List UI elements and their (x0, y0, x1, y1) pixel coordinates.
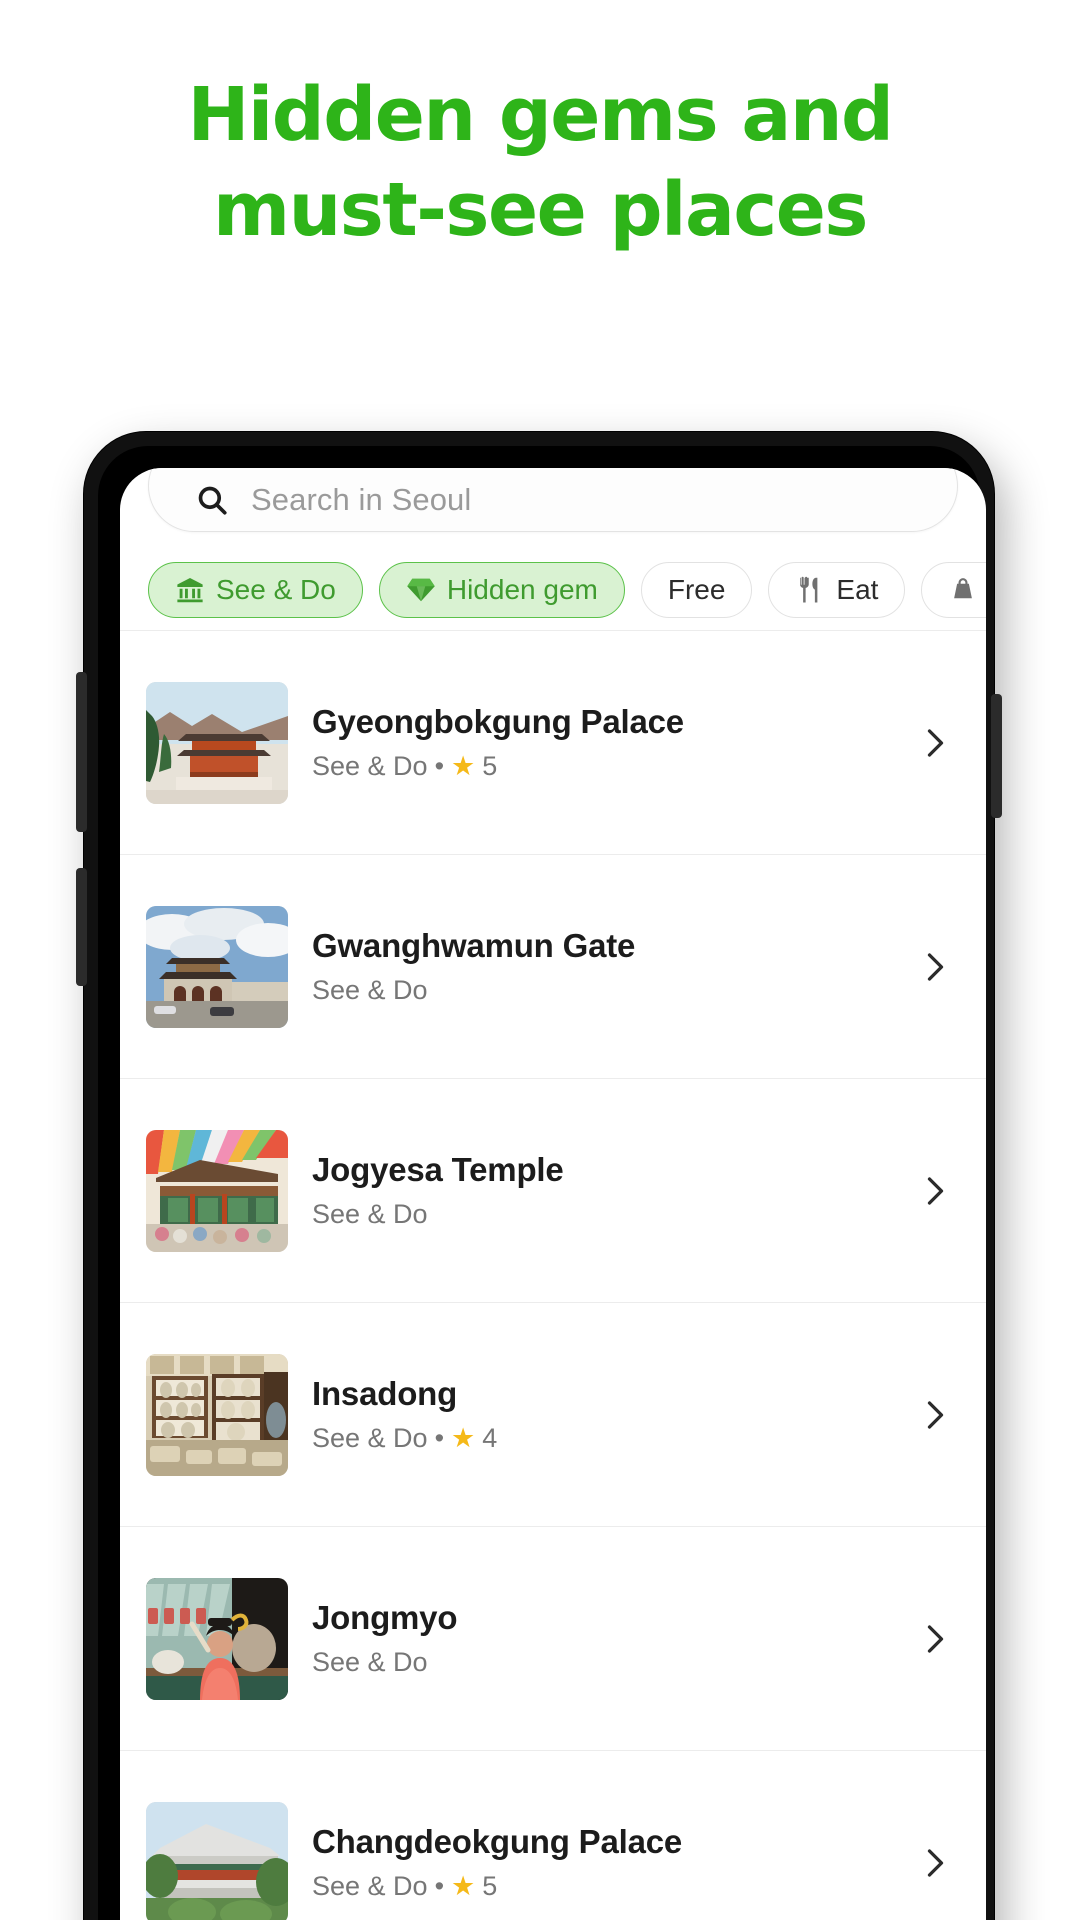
list-item[interactable]: Changdeokgung Palace See & Do • ★ 5 (120, 1751, 986, 1920)
place-category: See & Do (312, 974, 428, 1005)
place-rating: 4 (482, 1422, 498, 1453)
chevron-right-icon[interactable] (916, 1845, 952, 1881)
list-item[interactable]: Insadong See & Do • ★ 4 (120, 1303, 986, 1527)
page-title: Hidden gems and must-see places (0, 68, 1080, 257)
place-info: Gyeongbokgung Palace See & Do • ★ 5 (288, 703, 916, 782)
pottery-shop-image (146, 1353, 288, 1476)
place-subtitle: See & Do • ★ 4 (312, 1423, 916, 1454)
headline-line-2: must-see places (213, 166, 868, 253)
list-item[interactable]: Jongmyo See & Do (120, 1527, 986, 1751)
place-info: Gwanghwamun Gate See & Do (288, 927, 916, 1006)
filter-chip-see-and-do[interactable]: See & Do (148, 562, 363, 618)
place-subtitle: See & Do • ★ 5 (312, 751, 916, 782)
place-info: Changdeokgung Palace See & Do • ★ 5 (288, 1823, 916, 1902)
phone-screen: Search in Seoul See & Do Hidden gem Free… (120, 468, 986, 1920)
list-item[interactable]: Gwanghwamun Gate See & Do (120, 855, 986, 1079)
search-placeholder: Search in Seoul (251, 482, 472, 517)
palace-green-image (146, 1801, 288, 1920)
place-rating: 5 (482, 1870, 498, 1901)
star-icon: ★ (451, 1870, 476, 1901)
place-info: Jogyesa Temple See & Do (288, 1151, 916, 1230)
place-thumbnail (146, 905, 288, 1028)
chevron-right-icon[interactable] (916, 949, 952, 985)
chevron-right-icon[interactable] (916, 725, 952, 761)
museum-icon (177, 578, 203, 603)
place-thumbnail (146, 681, 288, 804)
place-category: See & Do (312, 750, 428, 781)
cutlery-icon (800, 576, 818, 603)
power-button[interactable] (991, 694, 1002, 818)
place-thumbnail (146, 1801, 288, 1920)
place-title: Jogyesa Temple (312, 1151, 564, 1189)
performer-red-image (146, 1577, 288, 1700)
place-category: See & Do (312, 1198, 428, 1229)
gate-clouds-image (146, 905, 288, 1028)
chevron-right-icon[interactable] (916, 1621, 952, 1657)
star-icon: ★ (451, 750, 476, 781)
place-title: Insadong (312, 1375, 458, 1413)
place-rating: 5 (482, 750, 498, 781)
place-title: Changdeokgung Palace (312, 1823, 683, 1861)
chevron-right-icon[interactable] (916, 1397, 952, 1433)
places-list[interactable]: Gyeongbokgung Palace See & Do • ★ 5 Gwan… (120, 630, 986, 1920)
filter-chip-eat[interactable]: Eat (768, 562, 906, 618)
filter-chip-label: See & Do (216, 574, 336, 605)
filter-chip-label: Hidden gem (446, 574, 598, 605)
filter-chip-free[interactable]: Free (640, 562, 753, 618)
place-info: Insadong See & Do • ★ 4 (288, 1375, 916, 1454)
palace-mountains-image (146, 681, 288, 804)
place-subtitle: See & Do (312, 975, 916, 1006)
headline-line-1: Hidden gems and (187, 72, 894, 158)
place-subtitle: See & Do (312, 1199, 916, 1230)
place-title: Gwanghwamun Gate (312, 927, 636, 965)
place-thumbnail (146, 1577, 288, 1700)
place-title: Jongmyo (312, 1599, 458, 1637)
promo-screenshot: Hidden gems and must-see places Search i… (0, 0, 1080, 1920)
handbag-icon (954, 578, 973, 599)
list-item[interactable]: Gyeongbokgung Palace See & Do • ★ 5 (120, 631, 986, 855)
temple-lanterns-image (146, 1129, 288, 1252)
subtitle-separator: • (434, 750, 445, 781)
search-input[interactable]: Search in Seoul (148, 468, 958, 532)
place-info: Jongmyo See & Do (288, 1599, 916, 1678)
volume-up-button[interactable] (76, 672, 87, 832)
place-subtitle: See & Do • ★ 5 (312, 1871, 916, 1902)
star-icon: ★ (451, 1422, 476, 1453)
phone-mockup: Search in Seoul See & Do Hidden gem Free… (76, 432, 1002, 1920)
place-subtitle: See & Do (312, 1647, 916, 1678)
subtitle-separator: • (434, 1422, 445, 1453)
place-thumbnail (146, 1129, 288, 1252)
filter-chip-label: Free (667, 574, 726, 605)
phone-bezel: Search in Seoul See & Do Hidden gem Free… (98, 446, 986, 1920)
filter-chip-hidden-gem[interactable]: Hidden gem (378, 562, 625, 618)
place-thumbnail (146, 1353, 288, 1476)
place-category: See & Do (312, 1422, 428, 1453)
filter-chip-label: Eat (836, 574, 879, 605)
place-category: See & Do (312, 1646, 428, 1677)
place-title: Gyeongbokgung Palace (312, 703, 684, 741)
filter-chips-row[interactable]: See & Do Hidden gem Free Eat (120, 552, 986, 628)
place-category: See & Do (312, 1870, 428, 1901)
list-item[interactable]: Jogyesa Temple See & Do (120, 1079, 986, 1303)
search-icon (198, 486, 227, 515)
filter-chip-shop[interactable]: Sh (921, 562, 986, 618)
gem-icon (407, 578, 435, 602)
subtitle-separator: • (434, 1870, 445, 1901)
chevron-right-icon[interactable] (916, 1173, 952, 1209)
volume-down-button[interactable] (76, 868, 87, 986)
